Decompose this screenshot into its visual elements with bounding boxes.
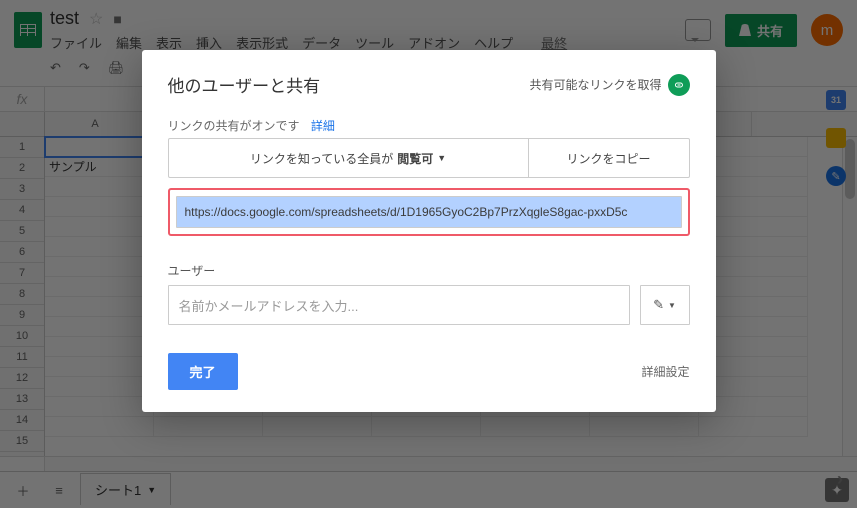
modal-overlay: 他のユーザーと共有 共有可能なリンクを取得 リンクの共有がオンです 詳細 リンク… (0, 0, 857, 508)
people-input[interactable]: 名前かメールアドレスを入力... (168, 285, 630, 325)
link-sharing-status: リンクの共有がオンです 詳細 (168, 117, 690, 134)
people-placeholder: 名前かメールアドレスを入力... (179, 296, 359, 315)
permission-dropdown[interactable]: リンクを知っている全員が閲覧可 ▼ (169, 139, 529, 177)
done-button[interactable]: 完了 (168, 353, 238, 390)
url-highlight-box: https://docs.google.com/spreadsheets/d/1… (168, 188, 690, 236)
dialog-title: 他のユーザーと共有 (168, 72, 321, 97)
advanced-link[interactable]: 詳細設定 (641, 363, 689, 380)
link-icon (668, 74, 690, 96)
share-dialog: 他のユーザーと共有 共有可能なリンクを取得 リンクの共有がオンです 詳細 リンク… (142, 50, 716, 412)
copy-link-button[interactable]: リンクをコピー (529, 139, 689, 177)
permission-row: リンクを知っている全員が閲覧可 ▼ リンクをコピー (168, 138, 690, 178)
chevron-down-icon: ▼ (668, 301, 676, 310)
users-label: ユーザー (168, 262, 690, 279)
share-url-input[interactable]: https://docs.google.com/spreadsheets/d/1… (176, 196, 682, 228)
chevron-down-icon: ▼ (437, 153, 446, 163)
get-link-label: 共有可能なリンクを取得 (529, 76, 661, 93)
permission-level-button[interactable]: ✎ ▼ (640, 285, 690, 325)
details-link[interactable]: 詳細 (311, 119, 335, 133)
get-shareable-link[interactable]: 共有可能なリンクを取得 (529, 74, 689, 96)
